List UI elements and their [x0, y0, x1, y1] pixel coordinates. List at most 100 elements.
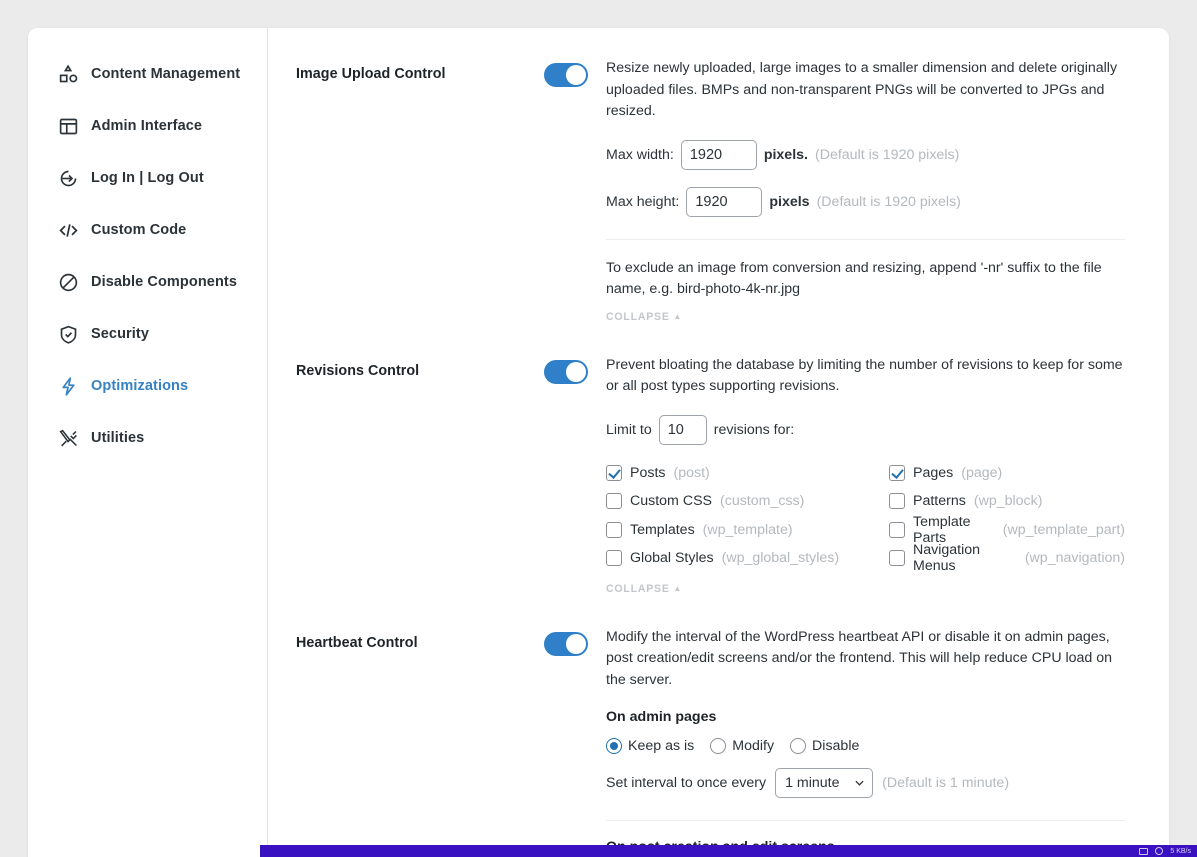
checkbox-navigation-menus[interactable]: Navigation Menus (wp_navigation) [889, 542, 1125, 575]
toggle-knob [566, 633, 586, 654]
checkbox-global-styles[interactable]: Global Styles (wp_global_styles) [606, 544, 889, 573]
interval-row-admin-pages: Set interval to once every 1 minute (Def… [606, 768, 1125, 798]
radio-admin-modify[interactable]: Modify [710, 738, 774, 754]
collapse-label: COLLAPSE [606, 582, 670, 595]
section-title: Revisions Control [296, 362, 420, 379]
code-brackets-icon [58, 220, 79, 241]
interval-select-admin-pages[interactable]: 1 minute [775, 768, 874, 798]
image-upload-note: To exclude an image from conversion and … [606, 259, 1102, 298]
section-title: Image Upload Control [296, 66, 446, 82]
sidebar-item-log-in-log-out[interactable]: Log In | Log Out [28, 152, 267, 204]
heartbeat-group-heading-admin-pages: On admin pages [606, 709, 717, 725]
max-width-label: Max width: [606, 146, 674, 163]
radio-group-admin-pages: Keep as is Modify Disable [606, 738, 1125, 754]
sidebar-item-custom-code[interactable]: Custom Code [28, 204, 267, 256]
heartbeat-toggle[interactable] [544, 631, 588, 656]
divider [606, 820, 1125, 821]
revisions-description: Prevent bloating the database by limitin… [606, 356, 1123, 395]
checkbox-slug: (wp_template_part) [1002, 521, 1125, 538]
checkbox-patterns[interactable]: Patterns (wp_block) [889, 487, 1125, 516]
radio-label: Keep as is [628, 738, 695, 754]
checkbox-label: Global Styles [630, 550, 714, 567]
section-image-upload-control: Image Upload Control Resize newly upload… [268, 54, 1169, 325]
sidebar-item-admin-interface[interactable]: Admin Interface [28, 100, 267, 152]
max-height-unit: pixels [769, 193, 810, 210]
sidebar-item-disable-components[interactable]: Disable Components [28, 256, 267, 308]
post-types-checkbox-grid: Posts (post) Pages (page) Custom CSS (cu… [606, 459, 1125, 575]
checkbox-label: Pages [913, 464, 954, 481]
radio-dot [606, 738, 622, 754]
checkbox-box [889, 521, 905, 538]
revisions-limit-input[interactable] [658, 414, 707, 445]
layout-icon [58, 116, 79, 137]
checkbox-custom-css[interactable]: Custom CSS (custom_css) [606, 487, 889, 516]
checkbox-box [606, 493, 622, 510]
checkbox-box [606, 521, 622, 538]
image-upload-description: Resize newly uploaded, large images to a… [606, 60, 1118, 119]
radio-admin-keep-as-is[interactable]: Keep as is [606, 738, 694, 754]
section-title: Heartbeat Control [296, 634, 418, 651]
max-width-field-row: Max width: pixels. (Default is 1920 pixe… [606, 139, 1125, 170]
taskbar-tray[interactable]: 5 KB/s [1139, 847, 1191, 855]
max-height-input[interactable] [686, 186, 763, 217]
image-upload-toggle[interactable] [544, 63, 588, 87]
checkbox-label: Navigation Menus [913, 542, 981, 575]
section-heartbeat-control: Heartbeat Control Modify the interval of… [268, 623, 1169, 857]
sidebar-nav: Content Management Admin Interface Log I… [28, 28, 268, 857]
interval-label: Set interval to once every [606, 775, 767, 791]
radio-label: Modify [732, 738, 775, 754]
checkbox-template-parts[interactable]: Template Parts (wp_template_part) [889, 513, 1125, 546]
revisions-collapse-link[interactable]: COLLAPSE ▲ [606, 583, 682, 595]
tools-icon [58, 428, 79, 449]
checkbox-slug: (wp_template) [702, 521, 793, 538]
network-speed-label: 5 KB/s [1170, 847, 1191, 855]
checkbox-label: Template Parts [913, 513, 971, 546]
checkbox-slug: (wp_global_styles) [721, 550, 840, 567]
checkbox-slug: (wp_block) [973, 493, 1043, 510]
revisions-toggle[interactable] [544, 359, 588, 384]
checkbox-box [889, 493, 905, 510]
sidebar-item-label: Log In | Log Out [91, 170, 204, 186]
settings-content: Image Upload Control Resize newly upload… [268, 28, 1169, 857]
chevron-down-icon [855, 780, 864, 786]
checkbox-label: Custom CSS [630, 493, 712, 510]
checkbox-box [889, 550, 905, 567]
sidebar-item-label: Custom Code [91, 222, 187, 238]
checkbox-box [606, 464, 622, 481]
checkbox-templates[interactable]: Templates (wp_template) [606, 516, 889, 545]
caret-up-icon: ▲ [673, 311, 683, 321]
max-height-label: Max height: [606, 193, 680, 210]
monitor-icon[interactable] [1139, 847, 1149, 855]
no-entry-icon [58, 272, 79, 293]
image-upload-collapse-link[interactable]: COLLAPSE ▲ [606, 311, 682, 323]
revisions-limit-row: Limit to revisions for: [606, 414, 1125, 445]
screen: Content Management Admin Interface Log I… [0, 0, 1197, 857]
shield-check-icon [58, 324, 79, 345]
sidebar-item-label: Content Management [91, 66, 241, 82]
max-height-hint: (Default is 1920 pixels) [816, 193, 961, 210]
checkbox-pages[interactable]: Pages (page) [889, 459, 1125, 488]
os-taskbar[interactable]: 5 KB/s [260, 845, 1197, 857]
collapse-label: COLLAPSE [606, 310, 670, 323]
checkbox-slug: (custom_css) [720, 493, 805, 510]
limit-suffix-label: revisions for: [713, 421, 795, 438]
checkbox-posts[interactable]: Posts (post) [606, 459, 889, 488]
sidebar-item-label: Utilities [91, 430, 145, 446]
sidebar-item-optimizations[interactable]: Optimizations [28, 360, 267, 412]
sidebar-item-utilities[interactable]: Utilities [28, 412, 267, 464]
network-icon[interactable] [1155, 847, 1164, 855]
sidebar-item-security[interactable]: Security [28, 308, 267, 360]
toggle-knob [566, 65, 586, 85]
shapes-icon [58, 64, 79, 85]
radio-admin-disable[interactable]: Disable [790, 738, 859, 754]
max-width-unit: pixels. [763, 146, 808, 163]
sidebar-item-content-management[interactable]: Content Management [28, 48, 267, 100]
caret-up-icon: ▲ [673, 583, 683, 593]
radio-dot [790, 738, 807, 754]
section-revisions-control: Revisions Control Prevent bloating the d… [268, 351, 1169, 597]
sidebar-item-label: Optimizations [91, 378, 189, 394]
checkbox-label: Templates [630, 521, 695, 538]
max-height-field-row: Max height: pixels (Default is 1920 pixe… [606, 186, 1125, 217]
checkbox-slug: (page) [961, 464, 1003, 481]
max-width-input[interactable] [680, 139, 757, 170]
